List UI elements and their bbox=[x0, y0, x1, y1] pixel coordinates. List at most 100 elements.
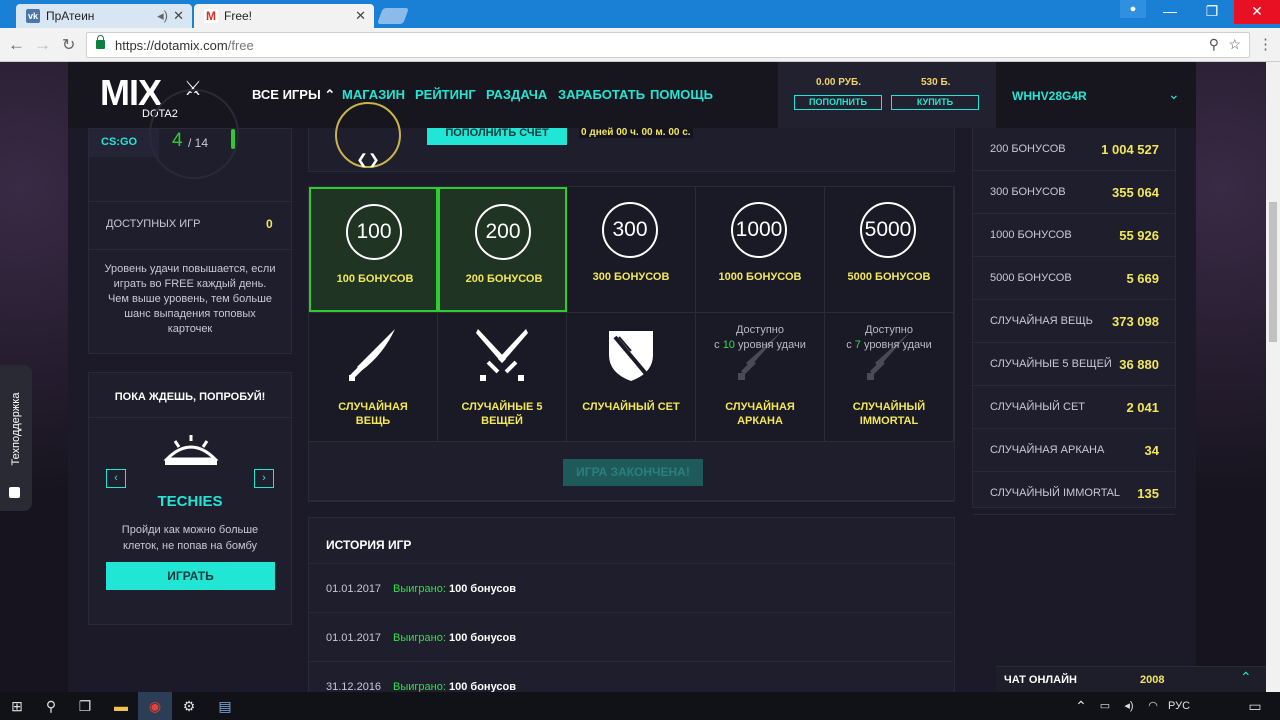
divider bbox=[89, 249, 291, 250]
minimize-button[interactable]: — bbox=[1150, 0, 1190, 24]
nav-giveaway[interactable]: РАЗДАЧА bbox=[486, 87, 547, 102]
luck-level-total: / 14 bbox=[188, 136, 209, 150]
tray-chevron-icon[interactable]: ⌃ bbox=[1070, 692, 1092, 720]
stat-row: 5000 БОНУСОВ 5 669 bbox=[973, 257, 1175, 300]
avail-suffix: уровня удачи bbox=[863, 339, 932, 351]
vk-icon: vk bbox=[26, 9, 40, 23]
bonus-tile[interactable]: 100 100 БОНУСОВ bbox=[309, 187, 438, 312]
stats-panel: 200 БОНУСОВ 1 004 527 300 БОНУСОВ 355 064 10… bbox=[972, 128, 1176, 515]
chevron-down-icon[interactable]: ⌄ bbox=[1168, 86, 1180, 103]
game-name: TECHIES bbox=[157, 493, 223, 510]
bonus-label: 200 БОНУСОВ bbox=[465, 273, 543, 285]
divider bbox=[89, 201, 291, 202]
new-tab-button[interactable] bbox=[377, 8, 409, 24]
topup-account-button[interactable]: ПОПОЛНИТЬ СЧЕТ bbox=[427, 128, 567, 145]
profile-icon[interactable]: ● bbox=[1120, 0, 1146, 18]
bookmark-star-icon[interactable]: ☆ bbox=[1228, 36, 1241, 53]
topup-button[interactable]: ПОПОЛНИТЬ bbox=[794, 95, 882, 110]
task-view-icon[interactable]: ❐ bbox=[68, 692, 102, 720]
history-date: 31.12.2016 bbox=[326, 681, 382, 692]
bonus-amount: 5000 bbox=[860, 202, 916, 258]
luck-description: Уровень удачи повышается, если играть во… bbox=[104, 263, 276, 335]
zoom-icon[interactable]: ⚲ bbox=[1209, 36, 1219, 53]
wifi-icon[interactable]: ◠ bbox=[1142, 692, 1164, 720]
item-tile[interactable]: СЛУЧАЙНЫЙ СЕТ bbox=[567, 313, 696, 441]
url-path: /free bbox=[227, 38, 254, 53]
mute-icon[interactable]: ◂) bbox=[157, 8, 168, 24]
next-game-button[interactable]: › bbox=[254, 469, 274, 488]
bonus-tile[interactable]: 5000 5000 БОНУСОВ bbox=[825, 187, 954, 312]
bonus-amount: 200 bbox=[475, 204, 531, 260]
tab-free[interactable]: M Free! ✕ bbox=[194, 4, 374, 28]
chat-bar[interactable]: ЧАТ ОНЛАЙН 2008 ⌃ bbox=[996, 666, 1266, 692]
username[interactable]: WHHV28G4R bbox=[1012, 89, 1087, 103]
nav-rating[interactable]: РЕЙТИНГ bbox=[415, 87, 476, 102]
buy-button[interactable]: КУПИТЬ bbox=[891, 95, 979, 110]
page-viewport: MIX DOTA2 ⚔ ВСЕ ИГРЫ ⌃ МАГАЗИН РЕЙТИНГ Р… bbox=[0, 62, 1280, 692]
try-title: ПОКА ЖДЕШЬ, ПОПРОБУЙ! bbox=[114, 391, 266, 403]
chevron-up-icon[interactable]: ⌃ bbox=[1240, 669, 1252, 686]
close-tab-icon[interactable]: ✕ bbox=[355, 8, 366, 24]
luck-gauge bbox=[149, 89, 239, 179]
close-tab-icon[interactable]: ✕ bbox=[173, 8, 184, 24]
page-scrollbar[interactable] bbox=[1266, 62, 1280, 692]
search-icon[interactable]: ⚲ bbox=[34, 692, 68, 720]
nav-help[interactable]: ПОМОЩЬ bbox=[650, 87, 713, 102]
support-tab[interactable]: Техподдержка bbox=[0, 365, 32, 511]
stat-name: СЛУЧАЙНАЯ АРКАНА bbox=[990, 444, 1105, 456]
reward-emblem-icon: ❮❯ bbox=[335, 102, 401, 168]
scrollbar-thumb[interactable] bbox=[1269, 202, 1277, 342]
battery-icon[interactable]: ▭ bbox=[1094, 692, 1116, 720]
item-tile[interactable]: Доступно с 7 уровня удачи СЛУЧАЙНЫЙ IMMORT… bbox=[825, 313, 954, 441]
windows-start-icon[interactable]: ⊞ bbox=[0, 692, 34, 720]
stat-value: 5 669 bbox=[1126, 271, 1159, 286]
item-tile[interactable]: СЛУЧАЙНЫЕ 5 ВЕЩЕЙ bbox=[438, 313, 567, 441]
steam-icon[interactable]: ⚙ bbox=[172, 692, 206, 720]
timer: 0 дней 00 ч. 00 м. 00 с. bbox=[579, 127, 693, 138]
stat-row: СЛУЧАЙНАЯ АРКАНА 34 bbox=[973, 429, 1175, 472]
tab-pratein[interactable]: vk ПрАтеин ◂) ✕ bbox=[16, 4, 192, 28]
item-availability: Доступно с 7 уровня удачи bbox=[825, 323, 953, 353]
restore-button[interactable]: ❐ bbox=[1192, 0, 1232, 24]
file-explorer-icon[interactable]: ▬ bbox=[104, 692, 138, 720]
stat-value: 2 041 bbox=[1126, 400, 1159, 415]
nav-all-games[interactable]: ВСЕ ИГРЫ ⌃ bbox=[252, 87, 335, 103]
item-tile[interactable]: Доступно с 10 уровня удачи СЛУЧАЙНАЯ АРКАН… bbox=[696, 313, 825, 441]
available-label: ДОСТУПНЫХ ИГР bbox=[106, 218, 201, 230]
stat-value: 355 064 bbox=[1112, 185, 1159, 200]
back-icon[interactable]: ← bbox=[8, 35, 25, 55]
lock-icon bbox=[96, 35, 105, 49]
stat-name: СЛУЧАЙНЫЙ СЕТ bbox=[990, 401, 1086, 413]
history-row: 31.12.2016 Выиграно: 100 бонусов bbox=[309, 662, 953, 692]
stat-value: 36 880 bbox=[1119, 357, 1159, 372]
notifications-icon[interactable]: ▭ bbox=[1240, 692, 1270, 720]
item-tile[interactable]: СЛУЧАЙНАЯ ВЕЩЬ bbox=[309, 313, 438, 441]
crossed-swords-icon bbox=[472, 325, 532, 385]
notepad-icon[interactable]: ▤ bbox=[208, 692, 242, 720]
available-value: 0 bbox=[266, 217, 273, 231]
bonus-tile[interactable]: 300 300 БОНУСОВ bbox=[567, 187, 696, 312]
url-input[interactable]: https://dotamix.com/free ⚲ ☆ bbox=[86, 32, 1250, 58]
language-indicator[interactable]: РУС bbox=[1164, 692, 1194, 720]
bonus-label: 100 БОНУСОВ bbox=[336, 273, 414, 285]
item-label: СЛУЧАЙНЫЕ 5 ВЕЩЕЙ bbox=[461, 401, 543, 427]
reload-icon[interactable]: ↻ bbox=[62, 35, 75, 55]
stat-row: 200 БОНУСОВ 1 004 527 bbox=[973, 128, 1175, 171]
bonus-tile[interactable]: 1000 1000 БОНУСОВ bbox=[696, 187, 825, 312]
close-window-button[interactable]: ✕ bbox=[1234, 0, 1280, 24]
bonus-tile[interactable]: 200 200 БОНУСОВ bbox=[438, 187, 567, 312]
game-description: Пройди как можно больше клеток, не попав… bbox=[121, 524, 259, 552]
forward-icon[interactable]: → bbox=[34, 35, 51, 55]
account-box: 0.00 РУБ. 530 Б. ПОПОЛНИТЬ КУПИТЬ bbox=[778, 62, 996, 128]
nav-shop[interactable]: МАГАЗИН bbox=[342, 87, 405, 102]
volume-icon[interactable]: ◂) bbox=[1118, 692, 1140, 720]
chrome-icon[interactable]: ◉ bbox=[138, 692, 172, 720]
stat-name: СЛУЧАЙНАЯ ВЕЩЬ bbox=[990, 315, 1093, 327]
play-button[interactable]: ИГРАТЬ bbox=[106, 562, 275, 590]
prev-game-button[interactable]: ‹ bbox=[106, 469, 126, 488]
menu-icon[interactable]: ⋮ bbox=[1258, 35, 1273, 53]
avail-level: 10 bbox=[722, 339, 735, 351]
balance-bonus: 530 Б. bbox=[921, 77, 951, 88]
nav-earn[interactable]: ЗАРАБОТАТЬ bbox=[558, 87, 645, 102]
game-over-button[interactable]: ИГРА ЗАКОНЧЕНА! bbox=[563, 459, 703, 486]
